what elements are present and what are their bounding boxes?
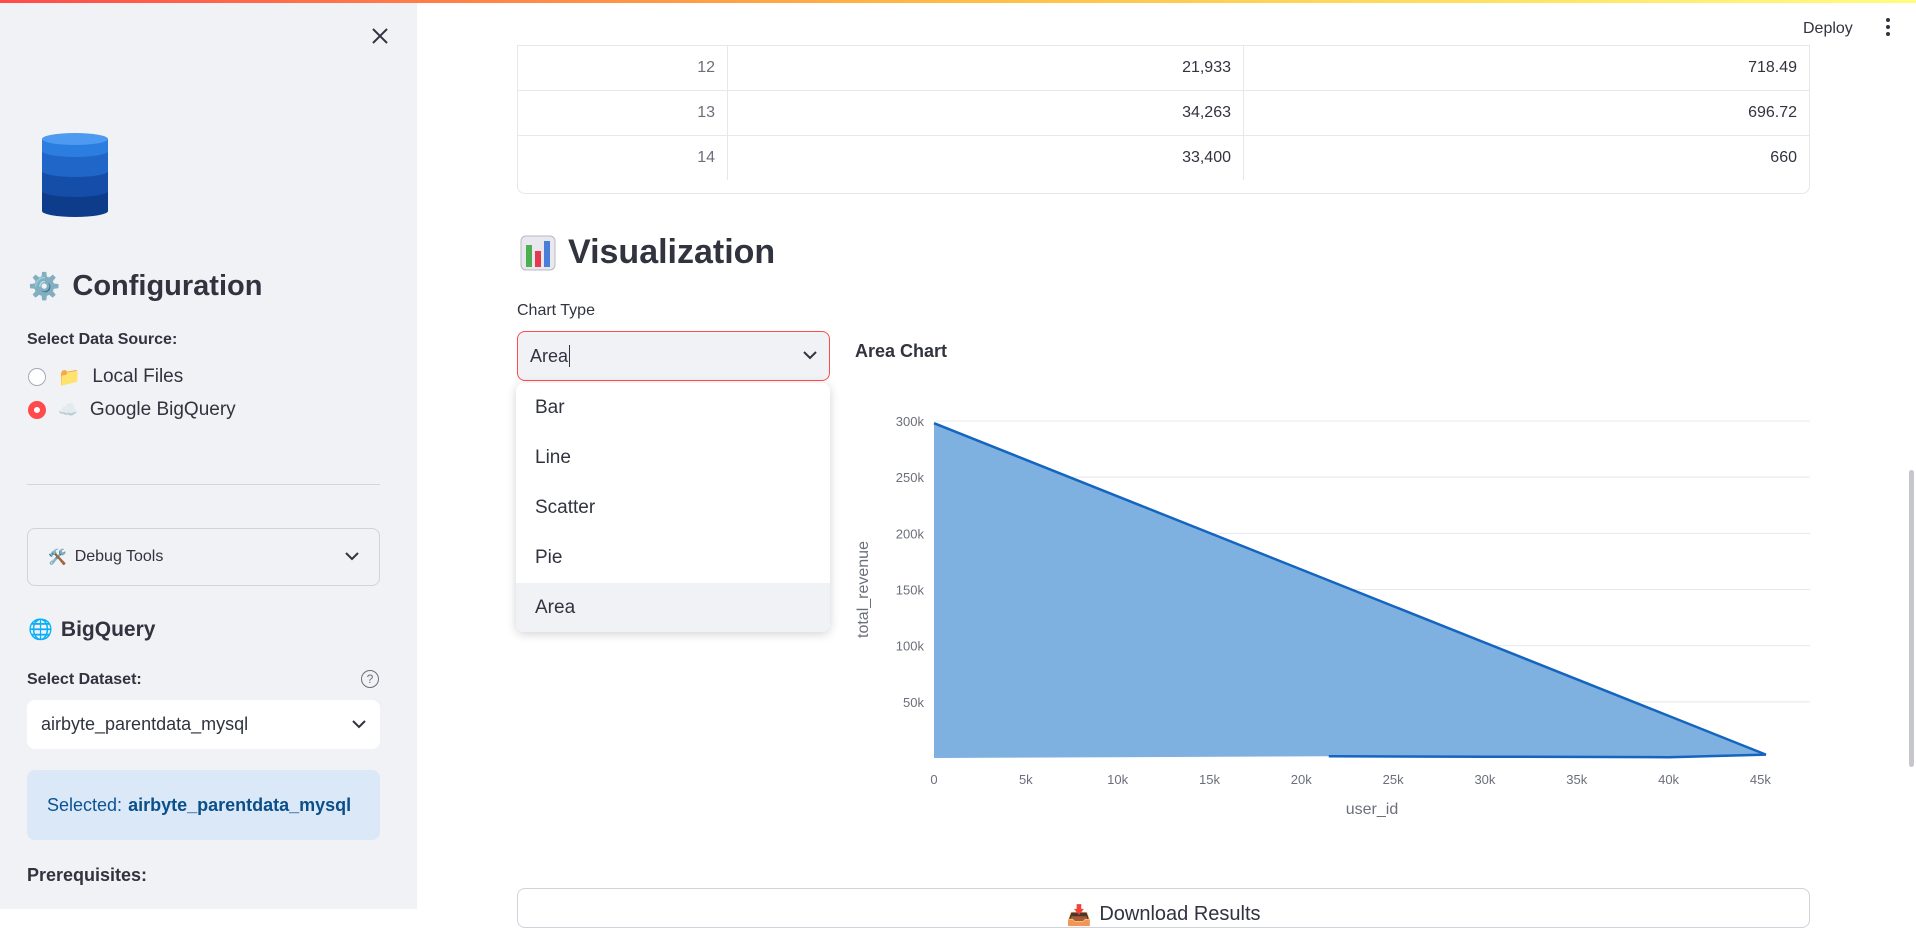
area-line (933, 422, 1767, 759)
option-area[interactable]: Area (516, 583, 830, 632)
y-tick-label: 150k (896, 583, 925, 598)
selected-dataset-info: Selected: airbyte_parentdata_mysql (27, 770, 380, 840)
chevron-down-icon (345, 548, 359, 566)
x-tick-label: 15k (1199, 772, 1220, 787)
chart-type-select[interactable]: Area (517, 331, 830, 381)
text-cursor (569, 345, 571, 367)
x-tick-label: 30k (1474, 772, 1495, 787)
x-tick-label: 35k (1566, 772, 1587, 787)
radio-button-selected[interactable] (28, 401, 46, 419)
y-axis-label: total_revenue (855, 541, 872, 638)
table-row: 14 33,400 660 (518, 135, 1809, 180)
sidebar-divider (27, 484, 380, 485)
radio-local-files[interactable]: 📁 Local Files (28, 366, 183, 388)
x-tick-label: 0 (930, 772, 937, 787)
database-logo-icon (42, 133, 108, 217)
folder-icon: 📁 (58, 366, 81, 387)
x-tick-label: 25k (1383, 772, 1404, 787)
sidebar: ⚙️ Configuration Select Data Source: 📁 L… (0, 3, 417, 909)
x-tick-label: 45k (1750, 772, 1771, 787)
download-icon: 📥 (1066, 905, 1092, 927)
close-sidebar-button[interactable] (364, 20, 396, 52)
configuration-heading: ⚙️ Configuration (28, 270, 263, 302)
globe-icon: 🌐 (28, 619, 53, 641)
prerequisites-label: Prerequisites: (27, 865, 148, 885)
chevron-down-icon (803, 347, 817, 365)
table-row: 13 34,263 696.72 (518, 90, 1809, 135)
deploy-button[interactable]: Deploy (1803, 20, 1853, 38)
x-tick-label: 20k (1291, 772, 1312, 787)
dataset-label: Select Dataset: (27, 671, 142, 688)
table-row: 12 21,933 718.49 (518, 45, 1809, 90)
gear-icon: ⚙️ (28, 271, 61, 301)
chevron-down-icon (352, 716, 366, 734)
bigquery-heading: 🌐 BigQuery (28, 617, 156, 642)
download-results-button[interactable]: 📥 Download Results (517, 888, 1810, 928)
chart-type-label: Chart Type (517, 302, 595, 319)
option-bar[interactable]: Bar (516, 383, 830, 433)
y-tick-label: 200k (896, 526, 925, 541)
radio-google-bigquery[interactable]: ☁️ Google BigQuery (28, 399, 236, 421)
x-tick-label: 40k (1658, 772, 1679, 787)
x-tick-label: 10k (1107, 772, 1128, 787)
close-icon (372, 28, 388, 44)
radio-button[interactable] (28, 368, 46, 386)
cloud-icon: ☁️ (58, 402, 78, 419)
y-tick-label: 250k (896, 470, 925, 485)
option-scatter[interactable]: Scatter (516, 483, 830, 533)
chart-title: Area Chart (855, 341, 948, 361)
dataset-select[interactable]: airbyte_parentdata_mysql (27, 700, 380, 749)
help-icon[interactable]: ? (361, 670, 379, 688)
tools-icon: 🛠️ (48, 549, 67, 566)
debug-tools-expander[interactable]: 🛠️ Debug Tools (27, 528, 380, 586)
main-menu-icon[interactable] (1884, 18, 1892, 36)
option-pie[interactable]: Pie (516, 533, 830, 583)
y-tick-label: 50k (903, 695, 924, 710)
visualization-heading: Visualization (520, 233, 775, 272)
results-table: 12 21,933 718.49 13 34,263 696.72 14 33,… (517, 45, 1810, 194)
bar-chart-icon (520, 235, 556, 270)
y-tick-label: 300k (896, 414, 925, 429)
option-line[interactable]: Line (516, 433, 830, 483)
chart-type-dropdown: Bar Line Scatter Pie Area (516, 383, 830, 632)
data-source-label: Select Data Source: (27, 331, 178, 348)
scrollbar[interactable] (1909, 470, 1914, 767)
x-tick-label: 5k (1019, 772, 1033, 787)
y-tick-label: 100k (896, 639, 925, 654)
area-fill (934, 423, 1766, 758)
x-axis-label: user_id (1346, 801, 1398, 818)
